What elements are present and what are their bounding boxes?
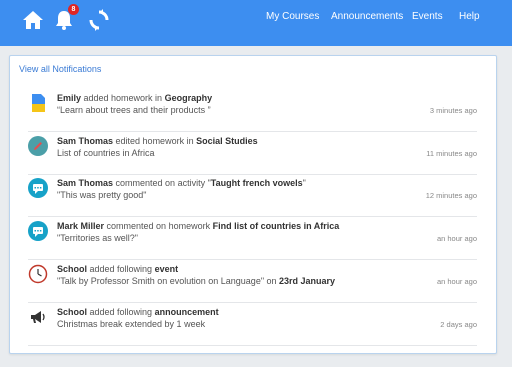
notification-detail: Christmas break extended by 1 week (57, 319, 206, 329)
refresh-icon[interactable] (87, 8, 111, 32)
notification-time: an hour ago (436, 277, 477, 286)
view-all-notifications-link[interactable]: View all Notifications (19, 64, 101, 74)
top-navbar: 8 My Courses Announcements Events Help (0, 0, 512, 46)
notification-verb: edited homework in (113, 136, 197, 146)
notification-detail: "Territories as well?" (57, 233, 138, 243)
comment-icon (28, 221, 48, 241)
notification-verb: commented on homework (104, 221, 213, 231)
notification-actor: School (57, 264, 88, 274)
notification-target: event (154, 264, 179, 274)
notification-item[interactable]: Emily added homework in Geography “Learn… (28, 89, 477, 132)
notification-detail: "Talk by Professor Smith on evolution on… (57, 276, 280, 286)
notification-verb: added following (87, 264, 155, 274)
notification-item[interactable]: School added following event "Talk by Pr… (28, 260, 477, 303)
megaphone-icon (28, 307, 48, 327)
notification-target: Taught french vowels (210, 178, 303, 188)
pencil-icon (28, 136, 48, 156)
notification-item[interactable]: Sam Thomas commented on activity "Taught… (28, 174, 477, 217)
notification-actor: Mark Miller (57, 221, 105, 231)
clock-icon (28, 264, 48, 284)
document-icon (28, 93, 48, 113)
notification-time: an hour ago (436, 234, 477, 243)
notification-actor: Sam Thomas (57, 178, 114, 188)
notification-detail: List of countries in Africa (57, 148, 155, 158)
nav-help[interactable]: Help (459, 11, 480, 22)
notification-item[interactable]: Sam Thomas edited homework in Social Stu… (28, 132, 477, 175)
comment-icon (28, 178, 48, 198)
notification-time: 3 minutes ago (429, 106, 477, 115)
notification-actor: Emily (57, 93, 82, 103)
notification-target: Geography (164, 93, 213, 103)
notification-time: 2 days ago (440, 320, 477, 329)
notification-target: announcement (154, 307, 219, 317)
notifications-panel: View all Notifications Emily added homew… (9, 55, 497, 354)
notification-item[interactable]: School added following announcement Chri… (28, 303, 477, 346)
notification-time: 12 minutes ago (425, 191, 477, 200)
nav-announcements[interactable]: Announcements (331, 11, 403, 22)
notification-item[interactable]: Mark Miller commented on homework Find l… (28, 217, 477, 260)
notification-count-badge: 8 (68, 4, 79, 15)
notification-suffix: " (302, 178, 306, 188)
notification-target: Find list of countries in Africa (212, 221, 340, 231)
notification-time: 11 minutes ago (426, 149, 477, 158)
notification-detail-date: 23rd January (279, 276, 336, 286)
notification-verb: commented on activity " (113, 178, 211, 188)
notification-detail: “Learn about trees and their products ” (57, 105, 211, 115)
notification-target: Social Studies (196, 136, 258, 146)
nav-events[interactable]: Events (412, 11, 443, 22)
notification-actor: School (57, 307, 88, 317)
notification-verb: added homework in (81, 93, 165, 103)
nav-my-courses[interactable]: My Courses (266, 11, 319, 22)
home-icon[interactable] (21, 8, 45, 32)
notification-verb: added following (87, 307, 155, 317)
notification-detail: "This was pretty good" (57, 190, 147, 200)
notification-actor: Sam Thomas (57, 136, 114, 146)
